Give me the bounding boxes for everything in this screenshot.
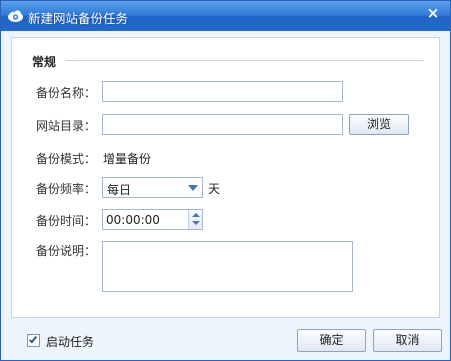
name-label: 备份名称： <box>36 86 97 100</box>
section-divider <box>66 60 424 61</box>
dir-input[interactable] <box>102 114 343 135</box>
enable-task-label[interactable]: 启动任务 <box>46 333 94 350</box>
cloud-icon <box>8 10 23 22</box>
spin-down-icon[interactable] <box>192 221 200 225</box>
enable-task-checkbox[interactable] <box>27 334 40 347</box>
time-label: 备份时间： <box>36 214 97 228</box>
freq-select-value: 每日 <box>107 183 132 197</box>
chevron-down-icon[interactable] <box>188 185 198 191</box>
cancel-button[interactable]: 取消 <box>373 329 442 352</box>
window-title: 新建网站备份任务 <box>28 11 129 26</box>
name-input[interactable] <box>102 81 343 102</box>
mode-value: 增量备份 <box>103 152 152 166</box>
dir-label: 网站目录： <box>36 119 97 133</box>
section-title: 常规 <box>32 55 57 69</box>
spin-up-icon[interactable] <box>192 213 200 217</box>
desc-label: 备份说明： <box>36 244 97 258</box>
dialog-window: 新建网站备份任务 × 常规 备份名称： 网站目录： 浏览 备份模式： 增量备份 … <box>0 0 451 361</box>
freq-unit: 天 <box>208 182 221 196</box>
checkmark-icon <box>28 334 38 344</box>
mode-label: 备份模式： <box>36 152 97 166</box>
time-input[interactable]: 00:00:00 <box>102 209 203 230</box>
browse-button[interactable]: 浏览 <box>349 114 409 135</box>
desc-textarea[interactable] <box>102 241 353 292</box>
close-icon[interactable]: × <box>422 4 444 24</box>
form-panel: 常规 备份名称： 网站目录： 浏览 备份模式： 增量备份 备份频率： 每日 天 … <box>11 37 440 318</box>
time-spinner[interactable] <box>188 210 202 229</box>
title-bar[interactable]: 新建网站备份任务 × <box>1 1 450 31</box>
ok-button[interactable]: 确定 <box>297 329 366 352</box>
freq-select[interactable]: 每日 <box>102 177 203 198</box>
freq-label: 备份频率： <box>36 182 97 196</box>
time-value: 00:00:00 <box>106 213 160 227</box>
